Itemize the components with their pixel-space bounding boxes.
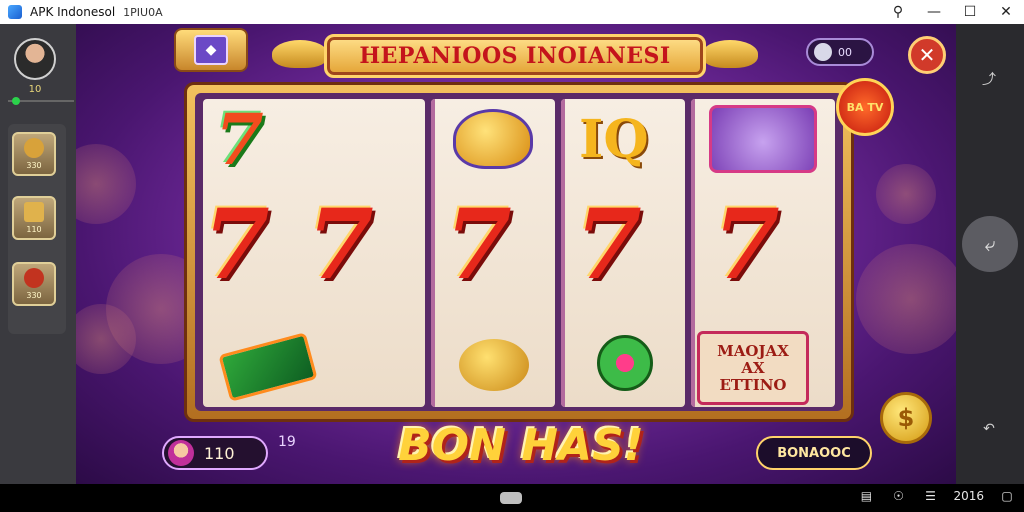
sidebar-tile-label: 330 bbox=[26, 291, 42, 300]
seven-symbol: 7 bbox=[307, 188, 374, 301]
banner-wing-right bbox=[702, 40, 758, 68]
sidebar-tile-chest[interactable]: 330 bbox=[12, 262, 56, 306]
minimize-icon[interactable]: — bbox=[916, 0, 952, 24]
seven-symbol: 7 bbox=[203, 188, 270, 301]
window-title: APK Indonesol bbox=[30, 5, 116, 19]
emblem-icon: ◆ bbox=[194, 35, 228, 65]
promo-badge[interactable]: BA TV bbox=[836, 78, 894, 136]
chest-icon bbox=[24, 268, 44, 288]
maximize-icon[interactable]: ☐ bbox=[952, 0, 988, 24]
reel-3: IQ 7 bbox=[561, 99, 685, 407]
game-title-banner: HEPANIOOS INOIANESI bbox=[324, 34, 706, 78]
game-close-button[interactable]: ✕ bbox=[908, 36, 946, 74]
seven-symbol: 7 bbox=[445, 188, 512, 301]
sidebar-tile-gift[interactable]: 110 bbox=[12, 196, 56, 240]
bonus-button[interactable]: BONAOOC bbox=[756, 436, 872, 470]
slot-machine-frame: 7 7 7 7 IQ 7 7 MAOJAX AX ETTINO bbox=[184, 82, 854, 422]
screen-icon[interactable]: ▢ bbox=[998, 489, 1016, 503]
emulator-area: 10 330 110 330 ◆ HEPANIOOS INOIANESI 00 … bbox=[0, 24, 1024, 484]
avatar[interactable] bbox=[14, 38, 56, 80]
balance-value: 110 bbox=[204, 443, 235, 463]
back-icon[interactable]: ↶ bbox=[978, 418, 1000, 440]
coin-stack-icon bbox=[24, 138, 44, 158]
bokeh-coin bbox=[76, 144, 136, 224]
game-title: HEPANIOOS INOIANESI bbox=[359, 43, 671, 69]
gift-box-icon bbox=[24, 202, 44, 222]
dollar-coin-icon[interactable]: $ bbox=[880, 392, 932, 444]
player-face-icon bbox=[168, 440, 194, 466]
home-button-icon[interactable] bbox=[500, 492, 522, 504]
sidebar-tile-label: 330 bbox=[26, 161, 42, 170]
iq-symbol-icon: IQ bbox=[579, 109, 649, 170]
left-sidebar: 10 330 110 330 bbox=[0, 24, 76, 484]
top-counter-pill[interactable]: 00 bbox=[806, 38, 874, 66]
window-titlebar: APK Indonesol 1PIU0A ⚲ — ☐ ✕ bbox=[0, 0, 1024, 24]
app-icon bbox=[8, 5, 22, 19]
sidebar-tile-coins[interactable]: 330 bbox=[12, 132, 56, 176]
helmet-icon bbox=[453, 109, 533, 169]
game-emblem[interactable]: ◆ bbox=[174, 28, 248, 72]
reel-4: 7 MAOJAX AX ETTINO bbox=[691, 99, 835, 407]
max-tile-line-1: MAOJAX bbox=[717, 341, 789, 360]
settings-icon[interactable]: ☉ bbox=[889, 489, 907, 503]
window-subtitle: 1PIU0A bbox=[123, 6, 163, 19]
right-toolbar: ⤴ ⤶ ↶ bbox=[956, 24, 1024, 484]
floating-action-button[interactable]: ⤶ bbox=[962, 216, 1018, 272]
max-tile-line-2: AX bbox=[741, 358, 765, 377]
cash-bundle-icon bbox=[218, 332, 318, 402]
close-icon[interactable]: ✕ bbox=[988, 0, 1024, 24]
max-bonus-tile: MAOJAX AX ETTINO bbox=[697, 331, 809, 405]
lollipop-icon bbox=[597, 335, 653, 391]
cat-icon bbox=[709, 105, 817, 173]
film-icon bbox=[814, 43, 832, 61]
player-level: 10 bbox=[28, 84, 42, 95]
seven-symbol-green: 7 bbox=[215, 99, 264, 181]
max-tile-line-3: ETTINO bbox=[719, 375, 787, 394]
slot-game-view: ◆ HEPANIOOS INOIANESI 00 ✕ 7 7 7 7 IQ 7 … bbox=[76, 24, 956, 484]
system-taskbar: ▤ ☉ ☰ 2016 ▢ bbox=[0, 484, 1024, 512]
system-clock: 2016 bbox=[953, 489, 984, 503]
side-number: 19 bbox=[278, 434, 296, 450]
balance-pill[interactable]: 110 bbox=[162, 436, 268, 470]
level-progress-dot bbox=[12, 97, 20, 105]
bokeh-coin bbox=[876, 164, 936, 224]
rotate-screen-icon[interactable]: ⤴ bbox=[978, 68, 1000, 90]
banner-wing-left bbox=[272, 40, 328, 68]
bokeh-coin bbox=[856, 244, 956, 354]
seven-symbol: 7 bbox=[713, 188, 780, 301]
reel-2: 7 bbox=[431, 99, 555, 407]
sidebar-tile-label: 110 bbox=[26, 225, 42, 234]
keyboard-icon[interactable]: ☰ bbox=[921, 489, 939, 503]
search-icon[interactable]: ⚲ bbox=[880, 0, 916, 24]
chart-icon[interactable]: ▤ bbox=[857, 489, 875, 503]
bonus-text: BON HAS! bbox=[398, 420, 644, 471]
gold-turtle-icon bbox=[459, 339, 529, 391]
top-counter-value: 00 bbox=[838, 45, 852, 59]
seven-symbol: 7 bbox=[575, 188, 642, 301]
reel-1: 7 7 7 bbox=[203, 99, 425, 407]
